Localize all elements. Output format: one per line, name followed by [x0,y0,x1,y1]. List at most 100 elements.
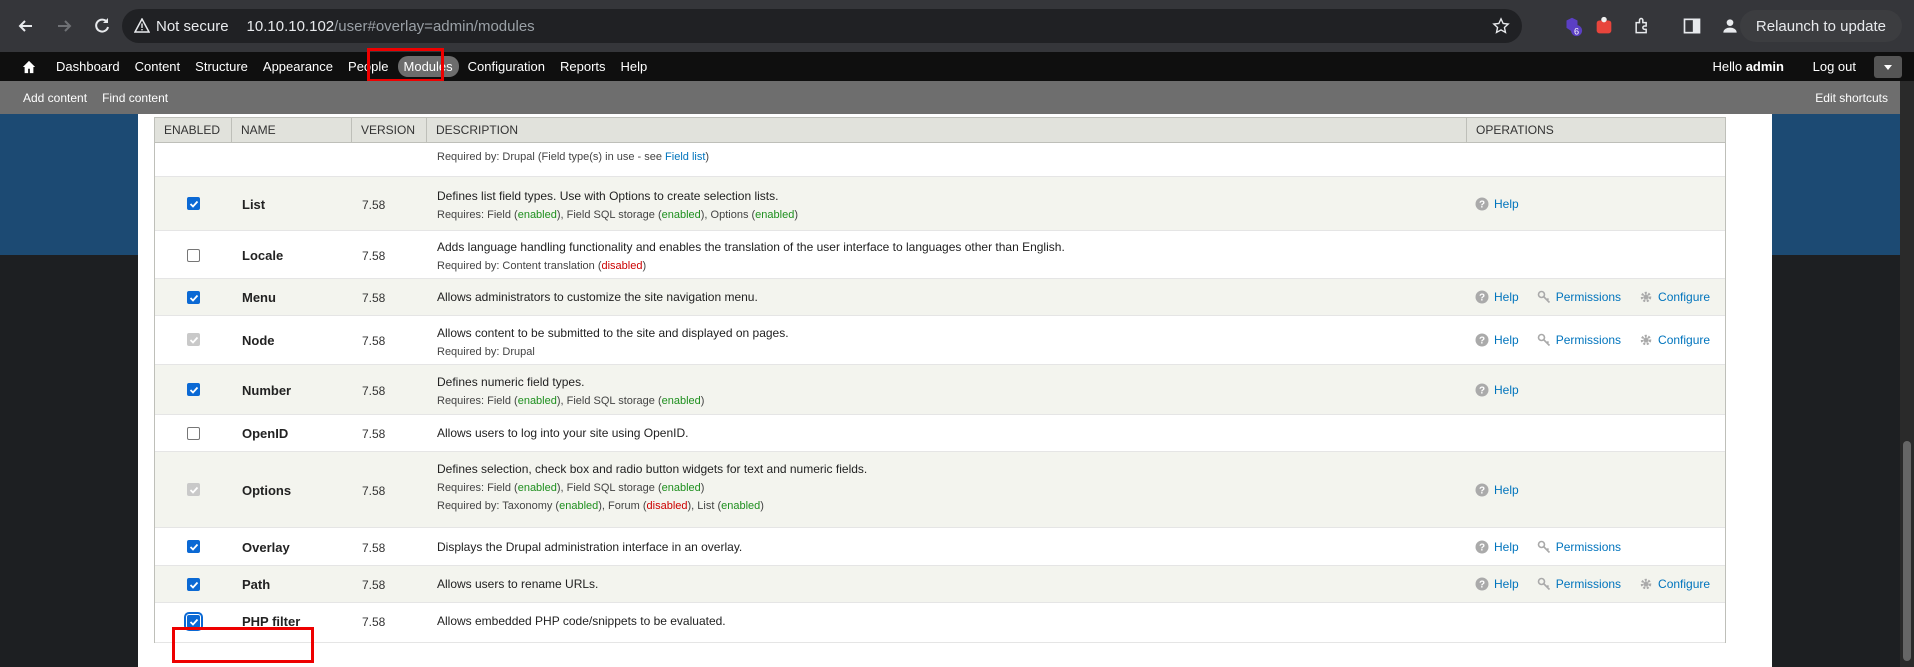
side-panel-icon[interactable] [1680,14,1704,38]
header-enabled: ENABLED [155,118,232,142]
help-link[interactable]: ? Help [1475,333,1519,347]
menu-structure[interactable]: Structure [189,56,254,77]
module-name: Number [242,383,292,398]
extension-red-icon[interactable] [1592,14,1616,38]
add-content-link[interactable]: Add content [23,91,87,105]
puzzle-icon[interactable] [1630,14,1654,38]
module-description: Displays the Drupal administration inter… [437,540,743,554]
module-name: Options [242,483,292,498]
menu-people[interactable]: People [342,56,394,77]
module-version: 7.58 [362,427,386,441]
key-icon [1537,577,1550,591]
menu-modules[interactable]: Modules [397,56,459,77]
module-description: Allows embedded PHP code/snippets to be … [437,614,726,628]
module-version: 7.58 [362,484,386,498]
not-secure-indicator[interactable]: Not secure [134,18,229,35]
menu-reports[interactable]: Reports [554,56,612,77]
url-text[interactable]: 10.10.10.102/user#overlay=admin/modules [247,18,535,35]
permissions-link[interactable]: Permissions [1537,540,1621,554]
module-name: Node [242,333,275,348]
modules-table-body: Required by: Drupal (Field type(s) in us… [154,143,1726,643]
table-row: Path 7.58 Allows users to rename URLs. ?… [155,566,1725,603]
enable-locale-checkbox[interactable] [187,249,201,263]
key-icon [1537,333,1550,347]
forward-icon[interactable] [50,12,78,40]
operations: ? Help Permissions [1475,540,1639,554]
svg-text:?: ? [1479,293,1485,304]
menu-help[interactable]: Help [615,56,654,77]
permissions-link[interactable]: Permissions [1537,577,1621,591]
module-version: 7.58 [362,578,386,592]
menu-content[interactable]: Content [129,56,187,77]
address-bar[interactable]: Not secure 10.10.10.102/user#overlay=adm… [122,9,1522,43]
enable-openid-checkbox[interactable] [187,427,201,441]
logout-link[interactable]: Log out [1813,59,1856,74]
enable-number-checkbox[interactable] [187,383,201,397]
table-row: Options 7.58 Defines selection, check bo… [155,452,1725,528]
header-name: NAME [232,118,352,142]
menu-dashboard[interactable]: Dashboard [50,56,126,77]
page-scrollbar[interactable] [1900,81,1914,667]
username[interactable]: admin [1746,59,1784,74]
permissions-link[interactable]: Permissions [1537,333,1621,347]
module-description: Adds language handling functionality and… [437,240,1065,272]
enable-options-checkbox[interactable] [187,483,201,497]
svg-text:?: ? [1479,543,1485,554]
user-greeting: Hello admin [1712,59,1784,74]
help-link[interactable]: ? Help [1475,197,1519,211]
edit-shortcuts-link[interactable]: Edit shortcuts [1815,91,1888,105]
back-icon[interactable] [12,12,40,40]
table-row: Locale 7.58 Adds language handling funct… [155,231,1725,279]
enable-path-checkbox[interactable] [187,578,201,592]
module-version: 7.58 [362,334,386,348]
admin-menu: Dashboard Content Structure Appearance P… [50,56,656,77]
extension-icon[interactable]: 6 [1560,14,1584,38]
table-row: Node 7.58 Allows content to be submitted… [155,316,1725,365]
module-name: Locale [242,248,284,263]
bookmark-star-icon[interactable] [1492,17,1510,35]
browser-toolbar: Not secure 10.10.10.102/user#overlay=adm… [0,0,1914,52]
menu-configuration[interactable]: Configuration [462,56,551,77]
module-name: PHP filter [242,614,301,629]
operations: ? Help [1475,383,1537,397]
configure-link[interactable]: Configure [1639,577,1710,591]
configure-link[interactable]: Configure [1639,290,1710,304]
enable-php-filter-checkbox[interactable] [184,612,203,631]
key-icon [1537,290,1550,304]
header-operations: OPERATIONS [1476,123,1554,137]
permissions-link[interactable]: Permissions [1537,290,1621,304]
operations: ? Help Permissions Configure [1475,290,1728,304]
enable-overlay-checkbox[interactable] [187,540,201,554]
help-link[interactable]: ? Help [1475,577,1519,591]
find-content-link[interactable]: Find content [102,91,168,105]
enable-node-checkbox[interactable] [187,333,201,347]
enable-menu-checkbox[interactable] [187,291,201,305]
help-icon: ? [1475,333,1489,347]
help-link[interactable]: ? Help [1475,290,1519,304]
module-version: 7.58 [362,291,386,305]
module-name: Menu [242,290,276,305]
svg-text:?: ? [1479,486,1485,497]
help-icon: ? [1475,383,1489,397]
help-link[interactable]: ? Help [1475,540,1519,554]
shortcuts-toggle-icon[interactable] [1874,56,1902,78]
reload-icon[interactable] [88,12,116,40]
relaunch-button[interactable]: Relaunch to update [1739,10,1902,42]
help-link[interactable]: ? Help [1475,483,1519,497]
module-name: List [242,197,266,212]
table-row: PHP filter 7.58 Allows embedded PHP code… [155,603,1725,643]
not-secure-label: Not secure [156,17,229,35]
operations: ? Help Permissions Configure [1475,333,1728,347]
field-list-link[interactable]: Field list [665,151,705,163]
svg-text:?: ? [1479,580,1485,591]
help-icon: ? [1475,540,1489,554]
profile-icon[interactable] [1718,14,1742,38]
key-icon [1537,540,1550,554]
home-icon[interactable] [16,57,42,77]
help-link[interactable]: ? Help [1475,383,1519,397]
configure-link[interactable]: Configure [1639,333,1710,347]
enable-list-checkbox[interactable] [187,197,201,211]
header-description: DESCRIPTION [427,118,1467,142]
menu-appearance[interactable]: Appearance [257,56,339,77]
scrollbar-thumb[interactable] [1903,441,1911,661]
